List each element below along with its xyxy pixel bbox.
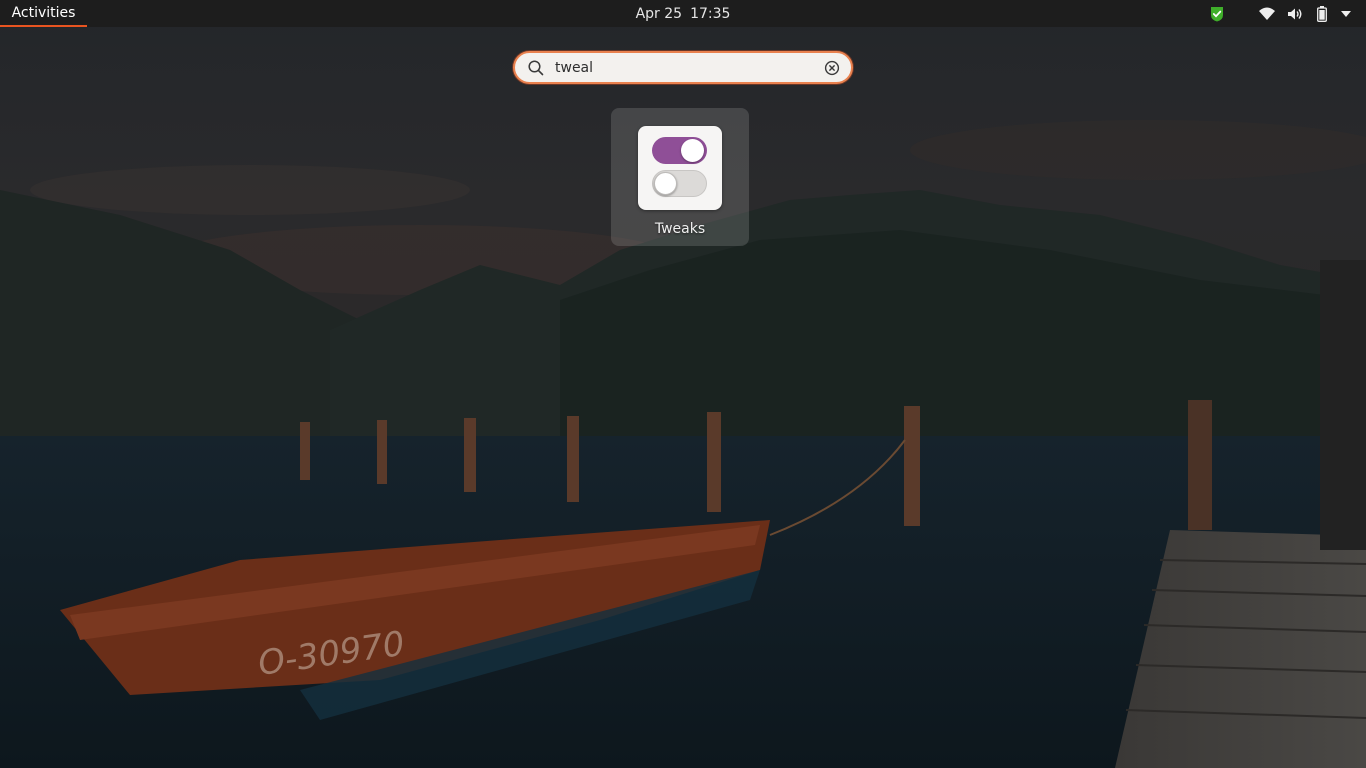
date-label: Apr 25	[635, 5, 683, 22]
system-menu-arrow-icon[interactable]	[1337, 0, 1355, 27]
wifi-icon[interactable]	[1256, 0, 1278, 27]
top-bar: Activities Apr 25 17:35	[0, 0, 1366, 27]
battery-icon[interactable]	[1313, 0, 1331, 27]
app-name-label: Tweaks	[654, 221, 706, 237]
search-result-tweaks[interactable]: Tweaks	[611, 108, 749, 246]
activities-button[interactable]: Activities	[0, 0, 87, 27]
volume-icon[interactable]	[1284, 0, 1306, 27]
toggle-off-icon	[652, 170, 707, 197]
software-updater-shield-icon[interactable]	[1206, 0, 1228, 27]
search-input[interactable]	[555, 55, 815, 80]
toggle-on-icon	[652, 137, 707, 164]
clear-search-icon[interactable]	[823, 59, 841, 77]
time-label: 17:35	[690, 5, 731, 22]
tweaks-toggles-icon	[638, 126, 722, 210]
search-icon	[528, 60, 544, 76]
date-time-menu[interactable]: Apr 25 17:35	[600, 0, 766, 27]
search-box[interactable]	[513, 51, 853, 84]
